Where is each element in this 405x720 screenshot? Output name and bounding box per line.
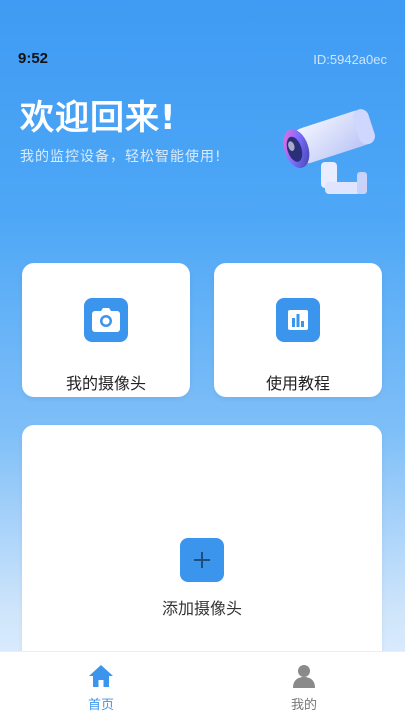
tab-mine-label: 我的 bbox=[290, 698, 317, 713]
add-camera-card[interactable]: 添加摄像头 bbox=[22, 425, 382, 685]
tab-mine[interactable]: 我的 bbox=[203, 652, 405, 720]
add-camera-label: 添加摄像头 bbox=[161, 599, 242, 618]
device-id: ID:5942a0ec bbox=[313, 52, 387, 67]
chart-bars-icon bbox=[276, 298, 320, 342]
page-title: 欢迎回来! bbox=[20, 98, 177, 138]
status-time: 9:52 bbox=[18, 50, 49, 67]
tab-home-label: 首页 bbox=[87, 698, 114, 713]
my-camera-card[interactable]: 我的摄像头 bbox=[22, 263, 190, 397]
bottom-tab-bar: 首页 我的 bbox=[0, 651, 405, 720]
status-bar: 9:52 ID:5942a0ec bbox=[0, 50, 405, 72]
camera-icon bbox=[84, 298, 128, 342]
tab-home[interactable]: 首页 bbox=[0, 652, 202, 720]
page-subtitle: 我的监控设备，轻松智能使用! bbox=[20, 149, 222, 165]
security-camera-illustration bbox=[283, 109, 375, 194]
person-icon bbox=[293, 665, 315, 688]
my-camera-label: 我的摄像头 bbox=[65, 374, 146, 393]
plus-icon bbox=[180, 538, 224, 582]
home-icon bbox=[89, 665, 113, 687]
tutorial-label: 使用教程 bbox=[265, 374, 330, 393]
tutorial-card[interactable]: 使用教程 bbox=[214, 263, 382, 397]
